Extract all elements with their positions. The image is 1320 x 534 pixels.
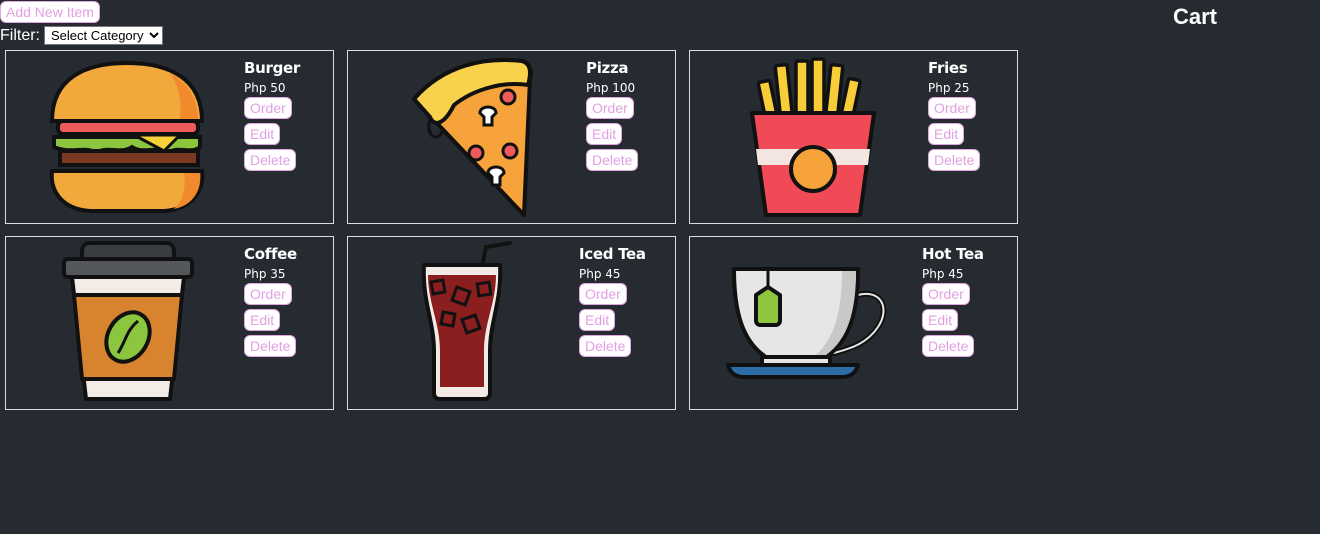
menu-item-actions: Order Edit Delete	[244, 97, 300, 171]
order-button[interactable]: Order	[928, 97, 976, 119]
menu-item-name: Hot Tea	[922, 245, 984, 263]
menu-item-price: Php 45	[922, 267, 964, 281]
menu-item-card: Coffee Php 35 Order Edit Delete	[5, 236, 334, 410]
menu-item-card: Pizza Php 100 Order Edit Delete	[347, 50, 676, 224]
coffee-cup-icon	[62, 241, 194, 401]
menu-item-info: Hot Tea Php 45 Order Edit Delete	[922, 245, 984, 357]
menu-page: Add New Item Filter: Select Category Car…	[0, 0, 1320, 534]
delete-button[interactable]: Delete	[244, 335, 297, 357]
cart-title: Cart	[1173, 4, 1218, 29]
delete-button[interactable]: Delete	[922, 335, 975, 357]
menu-item-card: Fries Php 25 Order Edit Delete	[689, 50, 1018, 224]
menu-item-name: Burger	[244, 59, 301, 77]
order-button[interactable]: Order	[586, 97, 634, 119]
delete-button[interactable]: Delete	[928, 149, 981, 171]
add-new-item-button[interactable]: Add New Item	[0, 1, 100, 23]
menu-item-actions: Order Edit Delete	[579, 283, 646, 357]
edit-button[interactable]: Edit	[922, 309, 959, 331]
filter-row: Filter: Select Category	[0, 26, 163, 45]
menu-item-name: Coffee	[244, 245, 297, 263]
tea-cup-icon	[726, 267, 887, 379]
menu-item-card: Hot Tea Php 45 Order Edit Delete	[689, 236, 1018, 410]
delete-button[interactable]: Delete	[579, 335, 632, 357]
order-button[interactable]: Order	[579, 283, 627, 305]
edit-button[interactable]: Edit	[579, 309, 616, 331]
menu-item-price: Php 45	[579, 267, 621, 281]
category-filter-select[interactable]: Select Category	[44, 26, 163, 45]
menu-item-actions: Order Edit Delete	[922, 283, 984, 357]
menu-item-price: Php 100	[586, 81, 636, 95]
menu-item-info: Iced Tea Php 45 Order Edit Delete	[579, 245, 646, 357]
menu-item-price: Php 35	[244, 267, 286, 281]
menu-item-actions: Order Edit Delete	[244, 283, 297, 357]
edit-button[interactable]: Edit	[244, 309, 281, 331]
menu-item-card: Burger Php 50 Order Edit Delete	[5, 50, 334, 224]
menu-item-actions: Order Edit Delete	[586, 97, 639, 171]
order-button[interactable]: Order	[244, 97, 292, 119]
order-button[interactable]: Order	[922, 283, 970, 305]
filter-label: Filter:	[0, 26, 40, 44]
edit-button[interactable]: Edit	[244, 123, 281, 145]
iced-tea-glass-icon	[421, 241, 512, 401]
burger-icon	[49, 60, 205, 213]
menu-item-card: Iced Tea Php 45 Order Edit Delete	[347, 236, 676, 410]
menu-item-info: Coffee Php 35 Order Edit Delete	[244, 245, 297, 357]
menu-item-price: Php 50	[244, 81, 286, 95]
delete-button[interactable]: Delete	[244, 149, 297, 171]
order-button[interactable]: Order	[244, 283, 292, 305]
menu-item-actions: Order Edit Delete	[928, 97, 981, 171]
pizza-slice-icon	[412, 58, 533, 217]
edit-button[interactable]: Edit	[586, 123, 623, 145]
menu-item-info: Burger Php 50 Order Edit Delete	[244, 59, 300, 171]
menu-item-info: Pizza Php 100 Order Edit Delete	[586, 59, 639, 171]
delete-button[interactable]: Delete	[586, 149, 639, 171]
menu-item-name: Fries	[928, 59, 968, 77]
menu-item-price: Php 25	[928, 81, 970, 95]
edit-button[interactable]: Edit	[928, 123, 965, 145]
fries-icon	[750, 57, 876, 217]
menu-item-info: Fries Php 25 Order Edit Delete	[928, 59, 981, 171]
menu-item-name: Pizza	[586, 59, 629, 77]
menu-item-name: Iced Tea	[579, 245, 646, 263]
